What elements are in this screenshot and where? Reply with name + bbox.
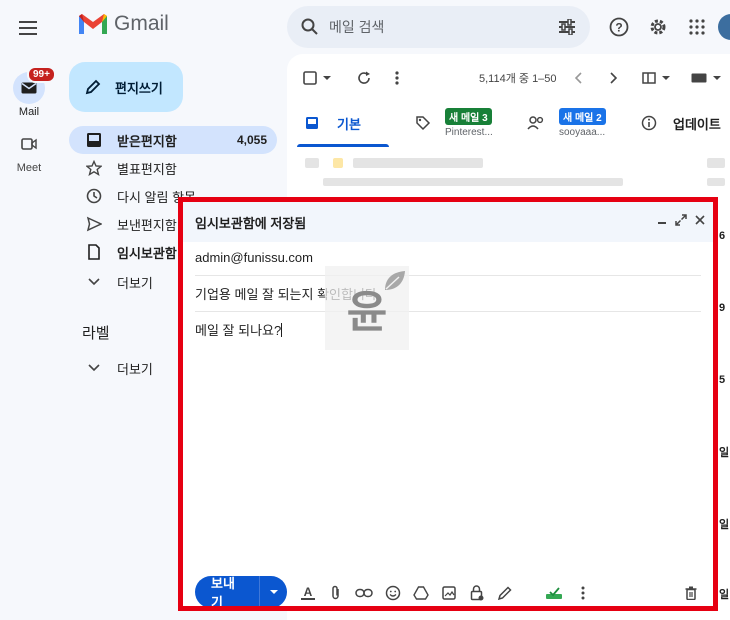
send-icon xyxy=(85,215,103,233)
tab-social[interactable]: 새 메일 2 sooyaaa... xyxy=(527,98,606,148)
gmail-logo[interactable]: Gmail xyxy=(78,12,169,36)
keyboard-icon xyxy=(691,73,707,83)
rail-meet[interactable]: Meet xyxy=(0,128,58,174)
split-pane-icon xyxy=(642,72,656,84)
email-row-blurred xyxy=(707,178,725,186)
rail-mail-label: Mail xyxy=(18,106,40,118)
search-icon[interactable] xyxy=(301,18,319,36)
chevron-left-icon xyxy=(575,72,582,84)
select-all-checkbox[interactable] xyxy=(303,68,332,88)
caret-down-icon xyxy=(323,76,331,80)
leaf-icon xyxy=(385,271,405,290)
tag-icon xyxy=(416,116,431,131)
more-actions-button[interactable] xyxy=(395,68,399,88)
inbox-tab-icon xyxy=(306,117,318,129)
pencil-icon xyxy=(85,79,101,95)
input-tools-toggle[interactable] xyxy=(691,68,722,88)
rail-mail-icon-wrap: 99+ xyxy=(13,66,56,104)
apps-button[interactable] xyxy=(684,14,710,40)
chevron-down-icon xyxy=(85,273,103,291)
caret-down-icon xyxy=(662,76,670,80)
info-icon xyxy=(641,115,657,131)
compose-button[interactable]: 편지쓰기 xyxy=(69,62,183,112)
search-input[interactable] xyxy=(329,19,558,35)
page-count: 5,114개 중 1–50 xyxy=(479,73,557,85)
tab-promotions[interactable]: 새 메일 3 Pinterest... xyxy=(415,98,493,148)
tab-primary[interactable]: 기본 xyxy=(305,98,361,148)
row-date-fragment: 일 xyxy=(719,447,730,459)
tab-active-indicator xyxy=(297,144,389,147)
email-row-blurred xyxy=(333,158,343,168)
draft-file-icon xyxy=(85,243,103,261)
promotions-new-badge: 새 메일 3 xyxy=(445,108,492,125)
search-options-icon[interactable] xyxy=(558,19,576,35)
help-icon: ? xyxy=(609,17,629,37)
nav-starred-label: 별표편지함 xyxy=(117,161,177,177)
email-row-blurred xyxy=(353,158,483,168)
video-camera-icon xyxy=(21,138,37,150)
labels-section-title: 라벨 xyxy=(82,325,110,342)
star-icon xyxy=(85,159,103,177)
nav-starred[interactable]: 별표편지함 xyxy=(69,154,277,182)
nav-inbox[interactable]: 받은편지함 4,055 xyxy=(69,126,277,154)
search-bar[interactable] xyxy=(287,6,590,48)
nav-drafts-label: 임시보관함 xyxy=(117,245,177,261)
mail-icon xyxy=(21,82,37,94)
refresh-icon xyxy=(358,71,370,84)
gmail-m-icon xyxy=(79,14,107,34)
row-date-fragment: 6 xyxy=(719,230,726,242)
main-menu-button[interactable] xyxy=(14,14,42,42)
chevron-right-icon xyxy=(610,72,617,84)
email-row-blurred xyxy=(305,158,319,168)
gmail-wordmark: Gmail xyxy=(114,12,169,35)
mail-unread-badge: 99+ xyxy=(27,66,56,83)
row-date-fragment: 일 xyxy=(719,589,730,601)
email-row-blurred xyxy=(707,158,725,168)
row-date-fragment: 일 xyxy=(719,519,730,531)
people-icon xyxy=(527,116,544,130)
nav-sent-label: 보낸편지함 xyxy=(117,217,177,233)
email-row-blurred xyxy=(323,178,623,186)
split-pane-toggle[interactable] xyxy=(642,68,671,88)
help-button[interactable]: ? xyxy=(606,14,632,40)
nav-more-label: 더보기 xyxy=(117,275,153,291)
labels-more-label: 더보기 xyxy=(117,361,153,377)
highlight-frame xyxy=(178,197,718,611)
row-date-fragment: 5 xyxy=(719,374,726,386)
rail-mail[interactable]: 99+ Mail xyxy=(0,66,58,118)
social-new-badge: 새 메일 2 xyxy=(559,108,606,125)
rail-meet-icon-wrap xyxy=(13,128,45,160)
checkbox-icon xyxy=(303,71,317,85)
hamburger-menu-icon xyxy=(19,21,37,35)
more-vert-icon xyxy=(395,71,399,85)
rail-meet-label: Meet xyxy=(16,162,42,174)
next-page-button[interactable] xyxy=(609,68,617,88)
inbox-icon xyxy=(85,131,103,149)
apps-grid-icon xyxy=(689,19,705,35)
tab-updates[interactable]: 업데이트 xyxy=(641,98,721,148)
inbox-count: 4,055 xyxy=(236,133,267,147)
account-avatar[interactable] xyxy=(718,14,730,40)
gear-icon xyxy=(650,19,666,35)
promotions-sender: Pinterest... xyxy=(445,127,493,138)
tab-primary-label: 기본 xyxy=(337,116,361,132)
row-date-fragment: 9 xyxy=(719,302,726,314)
tab-updates-label: 업데이트 xyxy=(673,116,721,132)
prev-page-button[interactable] xyxy=(575,68,583,88)
nav-inbox-label: 받은편지함 xyxy=(117,133,177,149)
refresh-button[interactable] xyxy=(357,68,371,88)
chevron-down-icon xyxy=(85,359,103,377)
settings-button[interactable] xyxy=(645,14,671,40)
compose-label: 편지쓰기 xyxy=(115,80,163,96)
social-sender: sooyaaa... xyxy=(559,127,606,138)
watermark-logo: 윤 xyxy=(325,266,409,350)
clock-icon xyxy=(85,187,103,205)
svg-text:?: ? xyxy=(615,21,622,35)
caret-down-icon xyxy=(713,76,721,80)
